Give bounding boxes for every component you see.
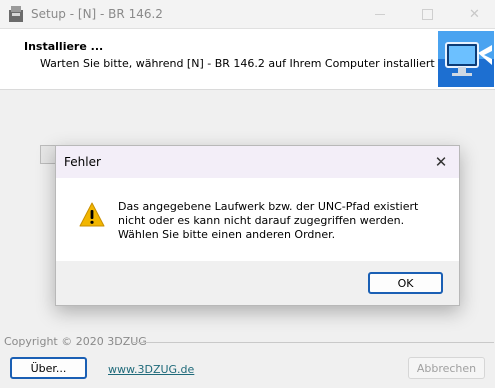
dialog-titlebar: Fehler ✕ (56, 146, 459, 178)
maximize-button[interactable] (405, 0, 450, 28)
error-dialog: Fehler ✕ Das angegebene Laufwerk bzw. de… (55, 145, 460, 306)
copyright-text: Copyright © 2020 3DZUG (4, 335, 147, 348)
dialog-close-button[interactable]: ✕ (430, 151, 452, 173)
wizard-header: Installiere ... Warten Sie bitte, währen… (0, 29, 495, 90)
warning-icon (79, 202, 105, 227)
close-icon: ✕ (434, 153, 448, 171)
website-link[interactable]: www.3DZUG.de (108, 363, 194, 376)
minimize-icon (374, 13, 385, 15)
ok-button[interactable]: OK (368, 272, 443, 294)
header-subtitle: Warten Sie bitte, während [N] - BR 146.2… (40, 57, 466, 70)
dialog-title: Fehler (64, 155, 101, 169)
close-button[interactable]: ✕ (452, 0, 495, 28)
cancel-button[interactable]: Abbrechen (408, 357, 485, 379)
footer-divider (132, 342, 494, 343)
monitor-install-logo (438, 31, 494, 87)
minimize-button[interactable] (357, 0, 402, 28)
dialog-message: Das angegebene Laufwerk bzw. der UNC-Pfa… (118, 200, 419, 241)
setup-app-icon (9, 6, 23, 22)
window-title: Setup - [N] - BR 146.2 (31, 7, 163, 21)
close-icon: ✕ (469, 6, 480, 22)
header-title: Installiere ... (24, 40, 104, 53)
about-button[interactable]: Über... (10, 357, 87, 379)
dialog-body: Das angegebene Laufwerk bzw. der UNC-Pfa… (56, 178, 459, 261)
window-titlebar: Setup - [N] - BR 146.2 ✕ (0, 0, 495, 29)
maximize-icon (422, 8, 433, 20)
dialog-footer: OK (56, 261, 459, 305)
